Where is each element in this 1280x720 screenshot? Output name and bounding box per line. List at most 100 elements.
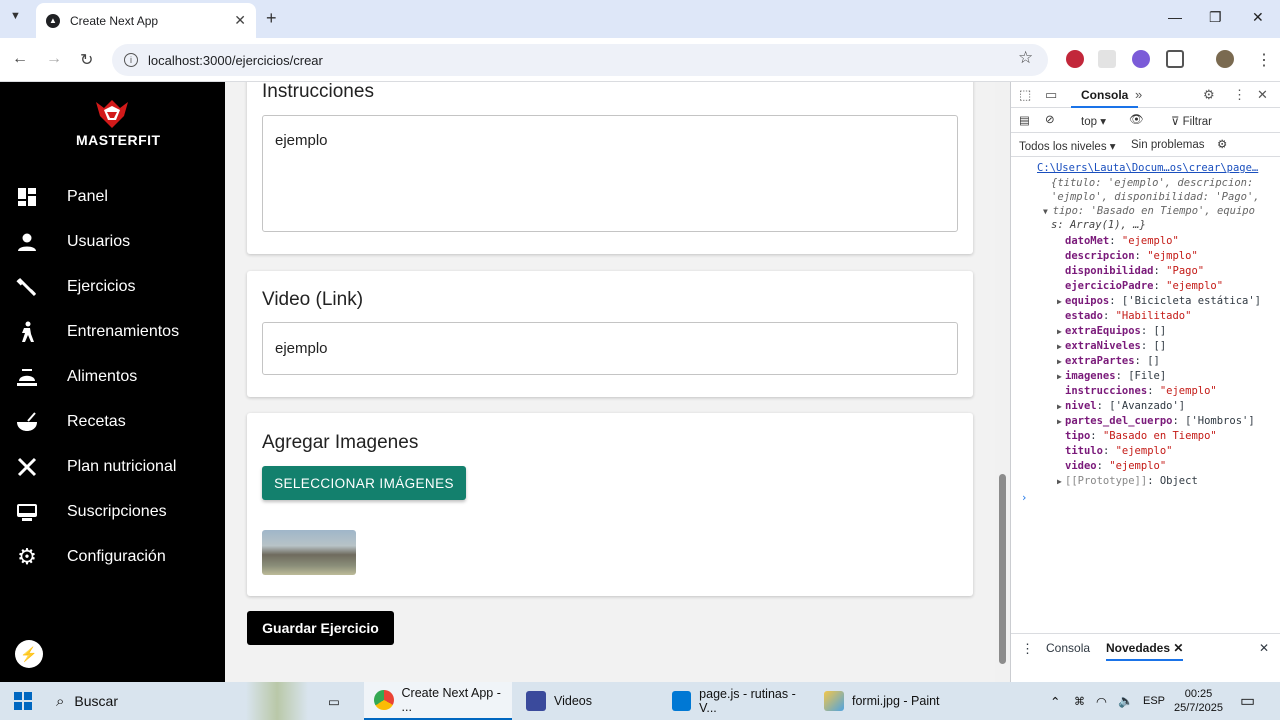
- sidebar-toggle-icon[interactable]: ▤: [1019, 113, 1030, 127]
- property-separator: :: [1153, 280, 1167, 292]
- device-toolbar-icon[interactable]: ▭: [1045, 87, 1057, 103]
- property-value: "Basado en Tiempo": [1102, 430, 1217, 442]
- clock[interactable]: 00:25 25/7/2025: [1174, 682, 1223, 720]
- back-icon[interactable]: ←: [12, 50, 28, 68]
- logo-mark-icon: [92, 98, 132, 130]
- sidebar-item-ejercicios[interactable]: Ejercicios: [0, 269, 225, 305]
- clear-console-icon[interactable]: ⊘: [1045, 112, 1055, 126]
- drawer-tab-novedades-label: Novedades: [1106, 641, 1171, 655]
- sidebar-item-entrenamientos[interactable]: Entrenamientos: [0, 314, 225, 350]
- object-property: ejercicioPadre: "ejemplo": [1057, 279, 1223, 294]
- tab-search-icon[interactable]: ▼: [10, 10, 21, 22]
- sidebar-item-configuracion[interactable]: ⚙ Configuración: [0, 539, 225, 575]
- clock-time: 00:25: [1184, 688, 1213, 700]
- property-separator: :: [1153, 265, 1167, 277]
- profile-avatar[interactable]: [1216, 50, 1234, 68]
- sidebar-item-suscripciones[interactable]: Suscripciones: [0, 494, 225, 530]
- video-link-input[interactable]: ejemplo: [262, 322, 958, 375]
- expand-triangle-icon: ▶: [1057, 342, 1062, 351]
- sidebar-item-label: Panel: [67, 188, 108, 205]
- reload-icon[interactable]: ↻: [80, 50, 93, 70]
- taskbar-app-chrome[interactable]: Create Next App - ...: [364, 682, 512, 720]
- close-drawer-icon[interactable]: ✕: [1259, 641, 1269, 655]
- forward-icon[interactable]: →: [46, 50, 62, 68]
- inspect-icon[interactable]: ⬚: [1019, 87, 1031, 103]
- site-info-icon[interactable]: i: [124, 53, 138, 67]
- object-property[interactable]: ▶ nivel: ['Avanzado']: [1057, 399, 1185, 414]
- filter-input[interactable]: ⊽ Filtrar: [1171, 114, 1212, 128]
- extensions-puzzle-icon[interactable]: [1166, 50, 1184, 68]
- sidebar: MASTERFIT Panel Usuarios Ejercicios Entr…: [0, 82, 225, 682]
- close-window-icon[interactable]: ✕: [1252, 9, 1264, 26]
- property-separator: :: [1134, 355, 1148, 367]
- scrollbar-thumb[interactable]: [999, 474, 1006, 664]
- object-property[interactable]: ▶ [[Prototype]]: Object: [1057, 474, 1198, 489]
- minimize-icon[interactable]: —: [1168, 9, 1182, 25]
- tab-title: Create Next App: [70, 13, 159, 28]
- object-property[interactable]: ▶ partes_del_cuerpo: ['Hombros']: [1057, 414, 1255, 429]
- eye-icon[interactable]: 👁: [1129, 112, 1144, 126]
- context-select[interactable]: top ▾: [1081, 114, 1106, 128]
- browser-menu-icon[interactable]: ⋮: [1256, 50, 1272, 70]
- extension-icon[interactable]: [1098, 50, 1116, 68]
- sidebar-item-panel[interactable]: Panel: [0, 179, 225, 215]
- instrucciones-textarea[interactable]: ejemplo: [262, 115, 958, 232]
- taskbar-app-paint[interactable]: formi.jpg - Paint: [816, 682, 956, 720]
- tab-console[interactable]: Consola: [1071, 82, 1139, 108]
- taskbar-search[interactable]: ⌕ Buscar: [56, 682, 118, 720]
- object-property[interactable]: ▶ imagenes: [File]: [1057, 369, 1166, 384]
- person-icon: [16, 231, 38, 253]
- console-prompt[interactable]: ›: [1021, 491, 1027, 506]
- object-summary-line[interactable]: ▼ tipo: 'Basado en Tiempo', equipo: [1043, 204, 1255, 219]
- save-exercise-button[interactable]: Guardar Ejercicio: [247, 611, 394, 645]
- object-property[interactable]: ▶ extraNiveles: []: [1057, 339, 1166, 354]
- property-value: "Pago": [1166, 265, 1205, 277]
- source-link[interactable]: C:\Users\Lauta\Docum…os\crear\page…: [1037, 161, 1258, 176]
- object-property[interactable]: ▶ extraPartes: []: [1057, 354, 1160, 369]
- levels-select[interactable]: Todos los niveles ▾: [1019, 139, 1116, 153]
- property-key: video: [1065, 460, 1097, 472]
- lightning-icon[interactable]: ⚡: [15, 640, 43, 668]
- extension-icon[interactable]: [1132, 50, 1150, 68]
- close-devtools-icon[interactable]: ✕: [1257, 87, 1268, 103]
- card-icon: [16, 501, 38, 523]
- notifications-icon[interactable]: ▭: [1240, 682, 1255, 720]
- sidebar-item-plan-nutricional[interactable]: Plan nutricional: [0, 449, 225, 485]
- property-separator: :: [1102, 445, 1116, 457]
- tray-chevron-icon[interactable]: ⌃: [1050, 682, 1060, 720]
- dashboard-icon: [16, 186, 38, 208]
- extension-icon[interactable]: [1066, 50, 1084, 68]
- more-tabs-icon[interactable]: »: [1135, 87, 1142, 102]
- property-value: "ejemplo": [1159, 385, 1217, 397]
- object-summary-text: tipo: 'Basado en Tiempo', equipo: [1052, 205, 1255, 217]
- page-scrollbar[interactable]: [995, 82, 1010, 682]
- sidebar-item-usuarios[interactable]: Usuarios: [0, 224, 225, 260]
- settings-icon[interactable]: ⚙: [1203, 87, 1215, 103]
- sidebar-item-recetas[interactable]: Recetas: [0, 404, 225, 440]
- language-indicator[interactable]: ESP: [1143, 682, 1165, 720]
- network-icon[interactable]: ⌘: [1074, 682, 1085, 720]
- browser-tab[interactable]: ▲ Create Next App ✕: [36, 3, 256, 38]
- drawer-menu-icon[interactable]: ⋮: [1021, 641, 1034, 657]
- volume-icon[interactable]: 🔈: [1118, 682, 1134, 720]
- taskbar-app-videos[interactable]: Videos: [518, 682, 658, 720]
- object-property[interactable]: ▶ equipos: ['Bicicleta estática']: [1057, 294, 1261, 309]
- drawer-tab-console[interactable]: Consola: [1046, 641, 1090, 655]
- more-options-icon[interactable]: ⋮: [1233, 87, 1246, 103]
- select-images-button[interactable]: SELECCIONAR IMÁGENES: [262, 466, 466, 500]
- windows-start-icon[interactable]: [14, 682, 32, 720]
- task-view-icon[interactable]: ▭: [328, 682, 340, 720]
- url-input[interactable]: i localhost:3000/ejercicios/crear: [112, 44, 1048, 76]
- maximize-icon[interactable]: ❐: [1209, 9, 1222, 26]
- sidebar-item-label: Usuarios: [67, 233, 131, 250]
- sidebar-item-alimentos[interactable]: Alimentos: [0, 359, 225, 395]
- new-tab-icon[interactable]: +: [266, 8, 277, 29]
- object-property[interactable]: ▶ extraEquipos: []: [1057, 324, 1166, 339]
- close-tab-icon[interactable]: ✕: [234, 12, 246, 29]
- console-settings-icon[interactable]: ⚙: [1217, 137, 1227, 151]
- wifi-icon[interactable]: ◠: [1096, 682, 1107, 720]
- bookmark-star-icon[interactable]: ☆: [1018, 48, 1033, 68]
- taskbar-app-vscode[interactable]: page.js - rutinas - V...: [664, 682, 812, 720]
- drawer-tab-novedades[interactable]: Novedades ✕: [1106, 641, 1184, 661]
- image-thumbnail[interactable]: [262, 530, 356, 575]
